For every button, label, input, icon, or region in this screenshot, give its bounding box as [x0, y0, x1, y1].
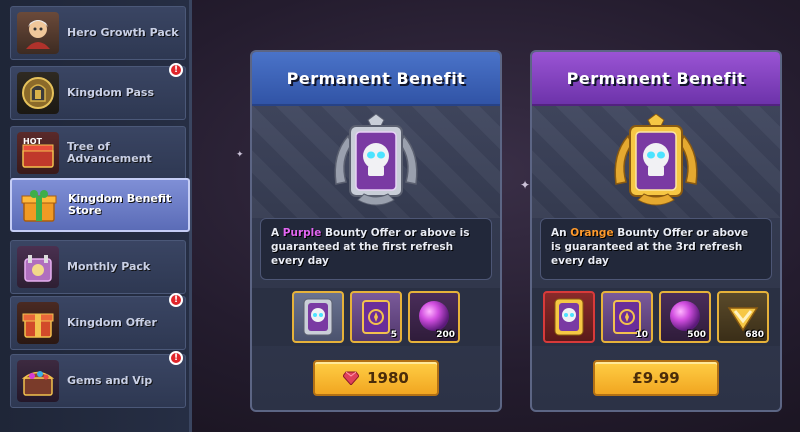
spell-book-icon [362, 300, 390, 334]
ruby-gem-icon [343, 371, 360, 385]
red-skull-emblem-icon [554, 298, 584, 336]
sidebar-item-hero-growth-pack[interactable]: Hero Growth Pack [10, 6, 186, 60]
benefit-description: An Orange Bounty Offer or above is guara… [540, 218, 772, 280]
red-gift-icon [17, 302, 59, 344]
benefit-card-orange: Permanent Benefit An Orange Bounty Offer… [530, 50, 782, 412]
helmet-emblem-icon [17, 72, 59, 114]
svg-text:HOT: HOT [23, 137, 42, 146]
reward-quantity: 10 [635, 330, 648, 340]
description-text: An [551, 227, 571, 239]
sidebar: Hero Growth Pack Kingdom Pass ! HOT Tree… [0, 0, 192, 432]
reward-item[interactable]: 500 [659, 291, 711, 343]
reward-quantity: 5 [390, 330, 397, 340]
sidebar-item-monthly-pack[interactable]: Monthly Pack [10, 240, 186, 294]
alert-badge: ! [169, 351, 183, 365]
sidebar-item-gems-and-vip[interactable]: Gems and Vip ! [10, 351, 186, 408]
price-label: £9.99 [632, 369, 680, 387]
monthly-gift-icon [17, 246, 59, 288]
reward-item[interactable]: 680 [717, 291, 769, 343]
sidebar-item-kingdom-benefit-store[interactable]: Kingdom Benefit Store [10, 178, 190, 232]
sidebar-item-label: Gems and Vip [67, 374, 153, 387]
description-highlight: Orange [570, 227, 614, 239]
reward-quantity: 680 [745, 330, 764, 340]
sidebar-item-label: Hero Growth Pack [67, 26, 179, 39]
price-label: 1980 [367, 369, 409, 387]
silver-skull-emblem-icon [334, 114, 418, 206]
sparkle-decoration: ✦ [236, 150, 244, 160]
benefit-card-purple: Permanent Benefit A Purple Bounty Offer … [250, 50, 502, 412]
reward-list: 5 200 [252, 288, 500, 346]
card-header: Permanent Benefit [532, 52, 780, 106]
reward-quantity: 200 [436, 330, 455, 340]
sidebar-item-label: Kingdom Benefit Store [68, 192, 172, 217]
reward-item[interactable]: 10 [601, 291, 653, 343]
benefit-description: A Purple Bounty Offer or above is guaran… [260, 218, 492, 280]
silver-skull-emblem-icon [303, 298, 333, 336]
gold-skull-emblem-icon [614, 114, 698, 206]
card-header: Permanent Benefit [252, 52, 500, 106]
reward-item[interactable] [543, 291, 595, 343]
sparkle-decoration: ✦ [520, 178, 531, 192]
sidebar-item-label: Tree of Advancement [67, 140, 152, 165]
emblem-area [252, 106, 500, 218]
sidebar-item-kingdom-offer[interactable]: Kingdom Offer ! [10, 293, 186, 350]
sidebar-item-label: Monthly Pack [67, 260, 151, 273]
treasure-chest-icon [17, 360, 59, 402]
tree-chest-icon: HOT [17, 132, 59, 174]
alert-badge: ! [169, 293, 183, 307]
reward-quantity: 500 [687, 330, 706, 340]
sidebar-item-kingdom-pass[interactable]: Kingdom Pass ! [10, 63, 186, 120]
reward-item[interactable] [292, 291, 344, 343]
gift-box-icon [18, 184, 60, 226]
buy-button[interactable]: 1980 [313, 360, 439, 396]
buy-button[interactable]: £9.99 [593, 360, 719, 396]
reward-list: 10 500 680 [532, 288, 780, 346]
description-highlight: Purple [282, 227, 322, 239]
sidebar-item-label: Kingdom Pass [67, 86, 155, 99]
reward-item[interactable]: 200 [408, 291, 460, 343]
hero-portrait-icon [17, 12, 59, 54]
emblem-area [532, 106, 780, 218]
description-text: A [271, 227, 283, 239]
sidebar-item-tree-of-advancement[interactable]: HOT Tree of Advancement [10, 126, 186, 180]
alert-badge: ! [169, 63, 183, 77]
sidebar-item-label: Kingdom Offer [67, 316, 157, 329]
reward-item[interactable]: 5 [350, 291, 402, 343]
